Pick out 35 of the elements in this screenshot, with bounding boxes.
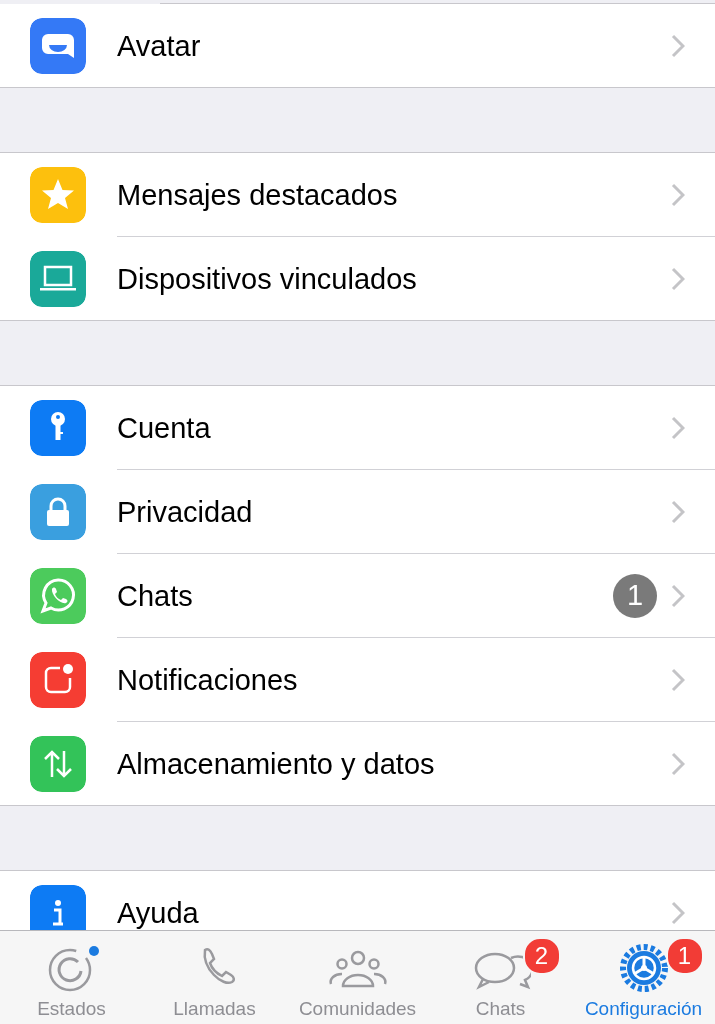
lock-icon (30, 483, 86, 540)
chevron-icon (671, 583, 685, 608)
row-label: Cuenta (117, 414, 212, 441)
settings-row[interactable]: Mensajes destacados (0, 153, 715, 236)
count-badge: 1 (613, 573, 657, 618)
settings-row[interactable]: Cuenta (0, 386, 715, 469)
chevron-icon (671, 415, 685, 440)
chevron-icon (671, 499, 685, 524)
notification-badge: 2 (522, 937, 561, 975)
tab-item[interactable]: Chats 2 (429, 931, 572, 1024)
key-icon (30, 399, 86, 456)
notification-badge: 1 (665, 937, 704, 975)
settings-row[interactable]: Notificaciones (0, 638, 715, 721)
settings-row[interactable]: Ayuda (0, 871, 715, 930)
tab-item[interactable]: Configuración 1 (572, 931, 715, 1024)
row-label: Avatar (117, 32, 202, 59)
chevron-icon (671, 751, 685, 776)
settings-row[interactable]: Privacidad (0, 470, 715, 553)
chevron-icon (671, 900, 685, 925)
laptop-icon (30, 250, 86, 307)
row-label: Chats (117, 582, 194, 609)
settings-row[interactable]: Dispositivos vinculados (0, 237, 715, 320)
row-label: Notificaciones (117, 666, 299, 693)
arrows-icon (30, 735, 86, 792)
chevron-icon (671, 33, 685, 58)
avatar-icon (30, 17, 86, 74)
settings-row[interactable]: Chats 1 (0, 554, 715, 637)
settings-row[interactable]: Almacenamiento y datos (0, 722, 715, 805)
row-label: Privacidad (117, 498, 254, 525)
chevron-icon (671, 266, 685, 291)
notification-icon (30, 651, 86, 708)
chevron-icon (671, 667, 685, 692)
settings-row[interactable]: Avatar (0, 4, 715, 87)
chevron-icon (671, 182, 685, 207)
phone-bubble-icon (30, 567, 86, 624)
